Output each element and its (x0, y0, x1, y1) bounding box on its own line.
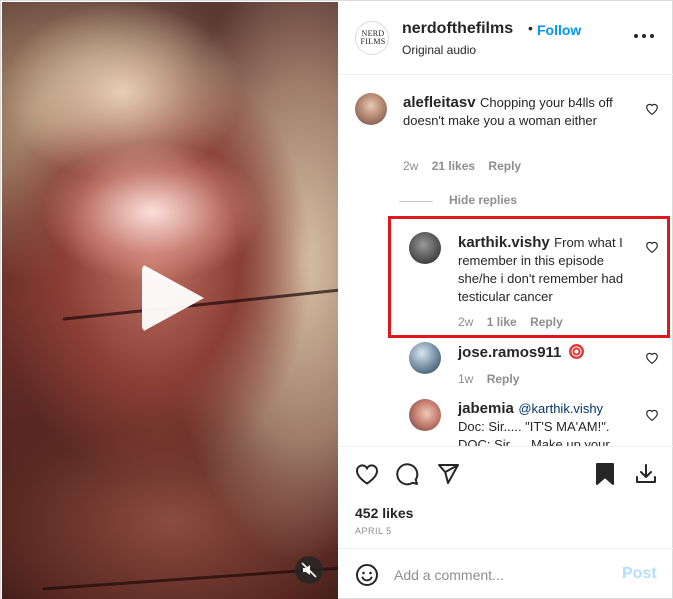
reply-meta: 1w Reply (458, 372, 519, 386)
speaker-muted-icon (301, 562, 317, 578)
replies-divider (399, 201, 433, 202)
author-avatar[interactable]: NERD FILMS (355, 21, 389, 55)
reply-button[interactable]: Reply (530, 315, 563, 329)
follow-button[interactable]: Follow (537, 22, 581, 38)
heart-icon[interactable] (355, 463, 379, 485)
bookmark-filled-icon[interactable] (595, 462, 615, 486)
post-comment-button[interactable]: Post (622, 565, 657, 583)
post-actions: 452 likes APRIL 5 (338, 446, 673, 548)
separator-dot: • (528, 20, 533, 36)
play-icon[interactable] (142, 264, 204, 332)
heart-icon[interactable] (645, 240, 659, 253)
reply-text-cut: DOC: Sir..... Make up your mind (458, 437, 610, 446)
avatar[interactable] (355, 93, 387, 125)
comment-body: alefleitasv Chopping your b4lls off does… (403, 94, 638, 130)
video-frame-detail (42, 566, 338, 591)
more-options-button[interactable] (634, 34, 654, 40)
mute-button[interactable] (295, 556, 323, 584)
reply-text: Doc: Sir..... "IT'S MA'AM!". (458, 419, 610, 434)
comment-username[interactable]: alefleitasv (403, 94, 476, 111)
post-date: APRIL 5 (355, 526, 392, 536)
emoji-icon[interactable] (355, 563, 379, 587)
reply-username[interactable]: karthik.vishy (458, 234, 550, 251)
reply-button[interactable]: Reply (488, 159, 521, 173)
reply-body: karthik.vishy From what I remember in th… (458, 234, 633, 306)
heart-icon[interactable] (645, 102, 659, 115)
reply-body: jabemia @karthik.vishy Doc: Sir..... "IT… (458, 400, 638, 446)
comment-likes[interactable]: 21 likes (432, 159, 475, 173)
comment-meta: 2w 21 likes Reply (403, 159, 521, 173)
reply-meta: 2w 1 like Reply (458, 315, 563, 329)
avatar[interactable] (409, 232, 441, 264)
paper-plane-icon[interactable] (436, 462, 460, 486)
avatar[interactable] (409, 342, 441, 374)
author-avatar-logo: NERD FILMS (360, 29, 386, 46)
post-header: NERD FILMS nerdofthefilms • Follow Origin… (338, 2, 673, 75)
reply-time[interactable]: 2w (458, 315, 473, 329)
avatar[interactable] (409, 399, 441, 431)
heart-icon[interactable] (645, 408, 659, 421)
download-icon[interactable] (634, 462, 658, 486)
comments-list[interactable]: alefleitasv Chopping your b4lls off does… (338, 76, 673, 446)
video-player[interactable] (2, 2, 338, 599)
target-emoji-icon (568, 344, 584, 359)
reply-body: jose.ramos911 (458, 344, 648, 362)
reply-likes[interactable]: 1 like (487, 315, 517, 329)
heart-icon[interactable] (645, 351, 659, 364)
audio-label[interactable]: Original audio (402, 43, 476, 57)
hide-replies-button[interactable]: Hide replies (449, 193, 517, 207)
post-modal: NERD FILMS nerdofthefilms • Follow Origin… (0, 0, 673, 599)
reply-button[interactable]: Reply (487, 372, 520, 386)
reply-mention[interactable]: @karthik.vishy (518, 401, 603, 416)
likes-count[interactable]: 452 likes (355, 505, 413, 521)
post-sidebar: NERD FILMS nerdofthefilms • Follow Origin… (338, 2, 673, 599)
comment-icon[interactable] (395, 462, 419, 486)
add-comment-bar: Add a comment... Post (338, 548, 673, 599)
reply-username[interactable]: jose.ramos911 (458, 344, 561, 361)
reply-time[interactable]: 1w (458, 372, 473, 386)
more-horizontal-icon (634, 34, 638, 38)
author-username[interactable]: nerdofthefilms (402, 20, 513, 38)
reply-username[interactable]: jabemia (458, 400, 514, 417)
comment-input[interactable]: Add a comment... (394, 567, 504, 583)
comment-time[interactable]: 2w (403, 159, 418, 173)
